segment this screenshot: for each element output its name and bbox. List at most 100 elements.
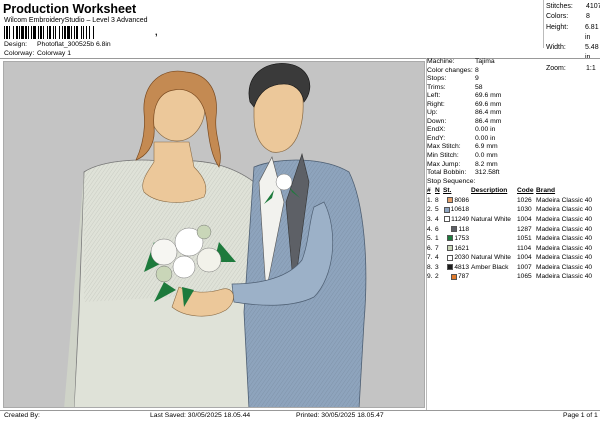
info-value: 8 bbox=[475, 66, 479, 74]
row-needle: 6 bbox=[435, 225, 439, 233]
page-number: Page 1 of 1 bbox=[563, 412, 598, 419]
row-needle: 5 bbox=[435, 206, 439, 214]
row-brand: Madeira Classic 40 bbox=[536, 215, 593, 223]
machine-info-row: Machine: Tajima bbox=[427, 58, 598, 67]
summary-value: 6.81 in bbox=[584, 23, 599, 41]
design-preview bbox=[3, 61, 425, 408]
row-description: Amber Black bbox=[471, 263, 509, 271]
row-description bbox=[471, 235, 517, 245]
created-by: Created By: bbox=[4, 412, 40, 419]
row-index: 4. bbox=[427, 225, 433, 233]
color-swatch bbox=[447, 235, 454, 242]
colorway-row: Colorway: Colorway 1 bbox=[4, 50, 71, 57]
info-value: 0.00 in bbox=[475, 134, 496, 142]
info-value: 86.4 mm bbox=[475, 117, 502, 125]
info-value: 86.4 mm bbox=[475, 109, 502, 117]
design-label: Design: bbox=[4, 41, 28, 48]
color-swatch bbox=[451, 225, 458, 232]
machine-info-row: Color changes: 8 bbox=[427, 67, 598, 76]
row-description bbox=[471, 206, 517, 216]
row-stitches-cell: 2030 bbox=[443, 254, 471, 264]
summary-row: Colors: 8 bbox=[546, 12, 600, 22]
row-code: 1030 bbox=[517, 206, 532, 214]
table-row: 9. 2 787 1065 Madeira Classic 40 bbox=[427, 273, 598, 283]
row-code: 1004 bbox=[517, 215, 532, 223]
machine-info-row: Max Stitch: 6.9 mm bbox=[427, 143, 598, 152]
machine-info-row: Max Jump: 8.2 mm bbox=[427, 161, 598, 170]
machine-info-row: Right: 69.6 mm bbox=[427, 101, 598, 110]
machine-info-row: Min Stitch: 0.0 mm bbox=[427, 152, 598, 161]
row-code: 1065 bbox=[517, 273, 532, 281]
stop-sequence-title: Stop Sequence: bbox=[427, 177, 476, 185]
barcode-suffix: , bbox=[155, 27, 158, 37]
summary-divider bbox=[543, 0, 544, 48]
stop-sequence-table: # N St. Description Code Brand 1. 8 8086 10… bbox=[427, 187, 598, 282]
color-swatch bbox=[447, 244, 454, 251]
info-value: 9 bbox=[475, 75, 479, 83]
table-row: 4. 6 118 1287 Madeira Classic 40 bbox=[427, 225, 598, 235]
machine-info-row: Trims: 58 bbox=[427, 84, 598, 93]
col-n: N bbox=[435, 187, 440, 195]
row-brand: Madeira Classic 40 bbox=[536, 196, 593, 204]
row-index: 7. bbox=[427, 254, 433, 262]
row-needle: 3 bbox=[435, 263, 439, 271]
row-brand: Madeira Classic 40 bbox=[536, 225, 593, 233]
row-brand: Madeira Classic 40 bbox=[536, 235, 593, 243]
info-key: Left: bbox=[427, 92, 441, 100]
color-swatch bbox=[447, 196, 454, 203]
row-index: 8. bbox=[427, 263, 433, 271]
barcode bbox=[4, 26, 94, 39]
col-code: Code bbox=[517, 187, 534, 195]
info-value: 69.6 mm bbox=[475, 100, 502, 108]
row-brand: Madeira Classic 40 bbox=[536, 263, 593, 271]
summary-row: Height: 6.81 in bbox=[546, 23, 600, 44]
bride-skin bbox=[142, 141, 207, 203]
row-code: 1051 bbox=[517, 235, 532, 243]
table-row: 3. 4 11249 Natural White 1004 Madeira Classic… bbox=[427, 215, 598, 225]
row-stitches: 4813 bbox=[454, 263, 469, 271]
col-brand: Brand bbox=[536, 187, 556, 195]
table-row: 7. 4 2030 Natural White 1004 Madeira Classic … bbox=[427, 254, 598, 264]
row-code: 1004 bbox=[517, 254, 532, 262]
row-stitches-cell: 8086 bbox=[443, 196, 471, 206]
row-stitches-cell: 4813 bbox=[443, 263, 471, 273]
info-value: Tajima bbox=[475, 58, 495, 65]
page-title: Production Worksheet bbox=[3, 2, 137, 16]
row-index: 1. bbox=[427, 196, 433, 204]
row-needle: 7 bbox=[435, 244, 439, 252]
info-key: Up: bbox=[427, 109, 438, 117]
colorway-value: Colorway 1 bbox=[37, 50, 71, 57]
row-brand: Madeira Classic 40 bbox=[536, 254, 593, 262]
row-index: 2. bbox=[427, 206, 433, 214]
info-key: Color changes: bbox=[427, 66, 473, 74]
machine-info-panel: Machine: Tajima Color changes: 8 Stops: 9 Trim… bbox=[427, 58, 598, 283]
row-code: 1007 bbox=[517, 263, 532, 271]
row-description: Natural White bbox=[471, 254, 511, 262]
table-row: 1. 8 8086 1026 Madeira Classic 40 bbox=[427, 196, 598, 206]
table-row: 5. 1 1753 1051 Madeira Classic 40 bbox=[427, 235, 598, 245]
row-needle: 8 bbox=[435, 196, 439, 204]
machine-info-row: Total Bobbin: 312.58ft bbox=[427, 169, 598, 178]
info-key: Max Jump: bbox=[427, 160, 461, 168]
row-stitches-cell: 787 bbox=[443, 273, 471, 283]
info-value: 8.2 mm bbox=[475, 160, 498, 168]
row-stitches: 2030 bbox=[454, 254, 469, 262]
row-stitches-cell: 1753 bbox=[443, 235, 471, 245]
software-subtitle: Wilcom EmbroideryStudio – Level 3 Advanc… bbox=[4, 17, 148, 24]
color-swatch bbox=[444, 216, 451, 223]
row-stitches: 8086 bbox=[454, 196, 469, 204]
row-description bbox=[471, 196, 517, 206]
row-description bbox=[471, 244, 517, 254]
row-stitches: 118 bbox=[458, 225, 469, 233]
info-key: Machine: bbox=[427, 58, 455, 65]
footer-divider bbox=[0, 410, 600, 411]
row-needle: 4 bbox=[435, 215, 439, 223]
col-hash: # bbox=[427, 187, 431, 195]
design-row: Design: Photoflat_300525b 6.8in bbox=[4, 41, 111, 48]
col-description: Description bbox=[471, 187, 508, 195]
row-index: 6. bbox=[427, 244, 433, 252]
color-swatch bbox=[447, 264, 454, 271]
info-key: Min Stitch: bbox=[427, 152, 459, 160]
row-stitches: 11249 bbox=[451, 215, 469, 223]
machine-info-row: EndX: 0.00 in bbox=[427, 126, 598, 135]
